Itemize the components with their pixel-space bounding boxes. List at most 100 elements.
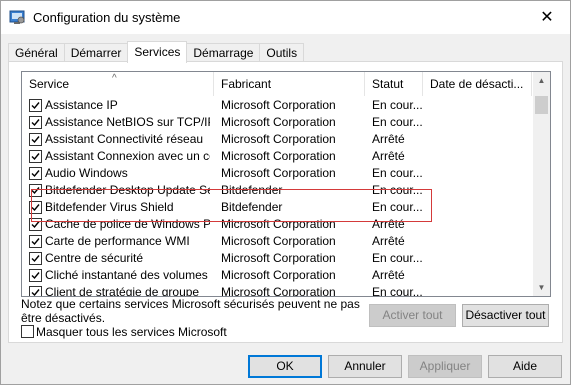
list-header: Service ^ Fabricant Statut Date de désac… bbox=[22, 72, 532, 96]
list-item[interactable]: Assistance IP Microsoft Corporation En c… bbox=[22, 97, 532, 114]
service-checkbox[interactable] bbox=[29, 99, 42, 112]
service-maker: Microsoft Corporation bbox=[221, 234, 336, 248]
service-status: En cour... bbox=[372, 166, 423, 180]
checkmark-icon bbox=[31, 136, 40, 144]
list-item[interactable]: Carte de performance WMI Microsoft Corpo… bbox=[22, 233, 532, 250]
service-name: Assistant Connectivité réseau bbox=[45, 132, 204, 146]
system-config-window: Configuration du système ✕ Général Démar… bbox=[0, 0, 571, 385]
list-item[interactable]: Client de stratégie de groupe Microsoft … bbox=[22, 284, 532, 297]
service-status: En cour... bbox=[372, 115, 423, 129]
service-checkbox[interactable] bbox=[29, 150, 42, 163]
list-item[interactable]: Bitdefender Virus Shield Bitdefender En … bbox=[22, 199, 532, 216]
list-item[interactable]: Assistant Connectivité réseau Microsoft … bbox=[22, 131, 532, 148]
service-name: Assistant Connexion avec un co... bbox=[45, 149, 210, 163]
service-checkbox[interactable] bbox=[29, 167, 42, 180]
service-name: Centre de sécurité bbox=[45, 251, 144, 265]
ok-button[interactable]: OK bbox=[248, 355, 322, 378]
service-checkbox[interactable] bbox=[29, 269, 42, 282]
service-maker: Microsoft Corporation bbox=[221, 285, 336, 297]
service-name: Audio Windows bbox=[45, 166, 128, 180]
column-header-disabled-date[interactable]: Date de désacti... bbox=[423, 72, 532, 96]
service-checkbox[interactable] bbox=[29, 184, 42, 197]
close-button[interactable]: ✕ bbox=[524, 1, 570, 32]
service-maker: Microsoft Corporation bbox=[221, 115, 336, 129]
services-panel: Service ^ Fabricant Statut Date de désac… bbox=[8, 61, 563, 343]
checkmark-icon bbox=[31, 119, 40, 127]
hide-ms-label: Masquer tous les services Microsoft bbox=[36, 325, 227, 339]
msconfig-app-icon bbox=[9, 9, 25, 25]
column-header-maker[interactable]: Fabricant bbox=[214, 72, 365, 96]
service-status: Arrêté bbox=[372, 149, 405, 163]
services-list[interactable]: Service ^ Fabricant Statut Date de désac… bbox=[21, 71, 551, 297]
checkmark-icon bbox=[31, 255, 40, 263]
service-status: En cour... bbox=[372, 285, 423, 297]
service-maker: Microsoft Corporation bbox=[221, 217, 336, 231]
service-checkbox[interactable] bbox=[29, 201, 42, 214]
list-item[interactable]: Audio Windows Microsoft Corporation En c… bbox=[22, 165, 532, 182]
service-maker: Microsoft Corporation bbox=[221, 268, 336, 282]
service-status: En cour... bbox=[372, 98, 423, 112]
disable-all-button[interactable]: Désactiver tout bbox=[462, 304, 549, 327]
tab-services[interactable]: Services bbox=[127, 41, 188, 63]
checkmark-icon bbox=[31, 289, 40, 296]
service-maker: Bitdefender bbox=[221, 200, 283, 214]
service-name: Bitdefender Virus Shield bbox=[45, 200, 174, 214]
cancel-button[interactable]: Annuler bbox=[328, 355, 402, 378]
column-header-status[interactable]: Statut bbox=[365, 72, 423, 96]
checkmark-icon bbox=[31, 187, 40, 195]
service-name: Client de stratégie de groupe bbox=[45, 285, 200, 297]
service-checkbox[interactable] bbox=[29, 116, 42, 129]
hide-ms-checkbox-box[interactable] bbox=[21, 325, 34, 338]
service-maker: Microsoft Corporation bbox=[221, 166, 336, 180]
service-name: Cache de police de Windows Pre... bbox=[45, 217, 210, 231]
service-name: Assistance NetBIOS sur TCP/IP bbox=[45, 115, 210, 129]
service-status: En cour... bbox=[372, 200, 423, 214]
service-name: Cliché instantané des volumes bbox=[45, 268, 208, 282]
service-name: Assistance IP bbox=[45, 98, 118, 112]
list-item[interactable]: Cliché instantané des volumes Microsoft … bbox=[22, 267, 532, 284]
service-checkbox[interactable] bbox=[29, 218, 42, 231]
service-maker: Microsoft Corporation bbox=[221, 149, 336, 163]
list-item[interactable]: Assistance NetBIOS sur TCP/IP Microsoft … bbox=[22, 114, 532, 131]
tab-general[interactable]: Général bbox=[8, 43, 65, 62]
tab-boot[interactable]: Démarrer bbox=[63, 43, 129, 62]
service-checkbox[interactable] bbox=[29, 133, 42, 146]
checkmark-icon bbox=[31, 170, 40, 178]
checkmark-icon bbox=[31, 272, 40, 280]
checkmark-icon bbox=[31, 238, 40, 246]
column-header-service[interactable]: Service ^ bbox=[22, 72, 214, 96]
vertical-scrollbar[interactable]: ▲ ▼ bbox=[533, 72, 550, 296]
list-item[interactable]: Assistant Connexion avec un co... Micros… bbox=[22, 148, 532, 165]
scroll-up-icon[interactable]: ▲ bbox=[533, 72, 550, 89]
help-button[interactable]: Aide bbox=[488, 355, 562, 378]
enable-all-button[interactable]: Activer tout bbox=[369, 304, 456, 327]
scroll-down-icon[interactable]: ▼ bbox=[533, 279, 550, 296]
service-maker: Microsoft Corporation bbox=[221, 251, 336, 265]
service-maker: Microsoft Corporation bbox=[221, 132, 336, 146]
service-checkbox[interactable] bbox=[29, 235, 42, 248]
list-item[interactable]: Bitdefender Desktop Update Ser... Bitdef… bbox=[22, 182, 532, 199]
title-bar[interactable]: Configuration du système ✕ bbox=[1, 1, 570, 34]
scroll-thumb[interactable] bbox=[535, 96, 548, 114]
list-rows: Assistance IP Microsoft Corporation En c… bbox=[22, 97, 532, 297]
apply-button[interactable]: Appliquer bbox=[408, 355, 482, 378]
tab-strip: Général Démarrer Services Démarrage Outi… bbox=[8, 41, 305, 63]
service-status: En cour... bbox=[372, 183, 423, 197]
checkmark-icon bbox=[31, 204, 40, 212]
service-checkbox[interactable] bbox=[29, 252, 42, 265]
service-checkbox[interactable] bbox=[29, 286, 42, 296]
service-status: Arrêté bbox=[372, 268, 405, 282]
sort-ascending-icon: ^ bbox=[112, 73, 117, 84]
checkmark-icon bbox=[31, 153, 40, 161]
service-name: Bitdefender Desktop Update Ser... bbox=[45, 183, 210, 197]
tab-tools[interactable]: Outils bbox=[259, 43, 305, 62]
service-maker: Bitdefender bbox=[221, 183, 283, 197]
close-icon: ✕ bbox=[540, 8, 554, 26]
checkmark-icon bbox=[31, 221, 40, 229]
list-item[interactable]: Centre de sécurité Microsoft Corporation… bbox=[22, 250, 532, 267]
column-label-service: Service bbox=[29, 77, 70, 91]
window-title: Configuration du système bbox=[33, 10, 181, 25]
list-item[interactable]: Cache de police de Windows Pre... Micros… bbox=[22, 216, 532, 233]
service-status: Arrêté bbox=[372, 217, 405, 231]
tab-startup[interactable]: Démarrage bbox=[186, 43, 261, 62]
